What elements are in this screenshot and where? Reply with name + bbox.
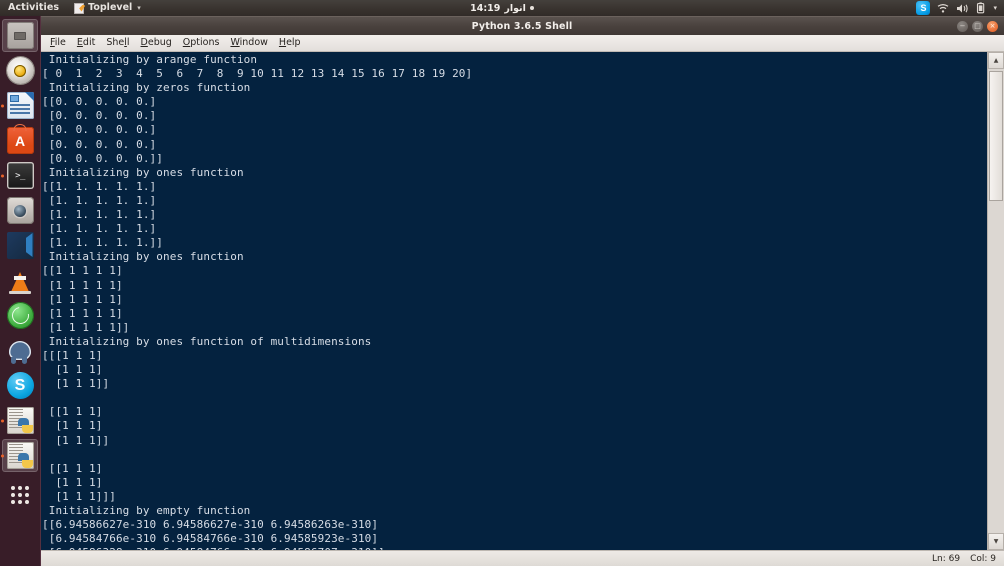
dock-item-vs-code[interactable] <box>2 229 38 262</box>
dock-item-vlc[interactable] <box>2 264 38 297</box>
menu-item-help[interactable]: Help <box>279 35 301 51</box>
window-controls: − □ × <box>957 20 1004 32</box>
dock-item-firefox[interactable] <box>2 54 38 87</box>
notification-dot-icon <box>529 6 534 10</box>
wifi-icon[interactable] <box>937 3 949 14</box>
window-title: Python 3.6.5 Shell <box>471 20 573 32</box>
camera-icon <box>6 197 34 224</box>
close-button[interactable]: × <box>987 20 998 32</box>
window-titlebar[interactable]: Python 3.6.5 Shell − □ × <box>40 16 1004 35</box>
document-icon <box>6 92 34 119</box>
menu-item-options[interactable]: Options <box>183 35 220 51</box>
dock-item-skype[interactable]: S <box>2 369 38 402</box>
dock-item-libreoffice-writer[interactable] <box>2 89 38 122</box>
scrollbar-thumb[interactable] <box>989 71 1003 201</box>
chevron-down-icon: ▾ <box>137 4 141 12</box>
menu-item-file[interactable]: File <box>50 35 66 51</box>
menu-item-window[interactable]: Window <box>230 35 267 51</box>
dock-item-robomongo[interactable] <box>2 299 38 332</box>
app-menu-label: Toplevel <box>88 2 133 13</box>
disc-icon <box>6 57 34 84</box>
dock-item-postgresql[interactable] <box>2 334 38 367</box>
desktop-screen: Activities Toplevel ▾ 14:19 انوار S ▾ A … <box>0 0 1004 566</box>
volume-icon[interactable] <box>956 3 969 14</box>
activities-button[interactable]: Activities <box>0 0 68 16</box>
clock-locale-text: انوار <box>504 2 526 14</box>
vlc-cone-icon <box>7 267 34 294</box>
window-icon <box>6 22 34 49</box>
menu-item-debug[interactable]: Debug <box>141 35 172 51</box>
battery-icon[interactable] <box>976 2 986 14</box>
vscode-icon <box>6 232 34 259</box>
skype-icon: S <box>6 372 34 399</box>
status-bar: Ln: 69 Col: 9 <box>40 550 1004 566</box>
menu-bar: File Edit Shell Debug Options Window Hel… <box>40 35 1004 52</box>
dock-item-terminal[interactable]: >_ <box>2 159 38 192</box>
shell-output-area: Initializing by arange function [ 0 1 2 … <box>40 52 1004 550</box>
python-idle-icon <box>6 407 34 434</box>
status-line-number: Ln: 69 <box>932 553 961 564</box>
clock-time: 14:19 <box>470 2 501 14</box>
elephant-icon <box>7 337 34 364</box>
software-bag-icon: A <box>6 127 34 154</box>
minimize-button[interactable]: − <box>957 20 968 32</box>
panel-clock-area[interactable]: 14:19 انوار <box>0 0 1004 16</box>
dock-item-window-switcher[interactable] <box>2 19 38 52</box>
dock-item-python-idle-shell[interactable] <box>2 439 38 472</box>
system-tray: S ▾ <box>916 1 1004 15</box>
app-grid-icon <box>11 485 29 504</box>
scrollbar-track[interactable] <box>988 69 1004 533</box>
toplevel-app-icon <box>74 2 85 14</box>
app-menu-toplevel[interactable]: Toplevel ▾ <box>68 0 147 16</box>
terminal-icon: >_ <box>6 162 34 189</box>
python-idle-icon <box>6 442 34 469</box>
dock-item-show-applications[interactable] <box>2 478 38 511</box>
status-column-number: Col: 9 <box>970 553 996 564</box>
menu-item-shell[interactable]: Shell <box>106 35 129 51</box>
python-idle-shell-window: Python 3.6.5 Shell − □ × File Edit Shell… <box>40 16 1004 566</box>
unity-launcher-dock: A >_ S <box>0 16 41 566</box>
maximize-button[interactable]: □ <box>972 20 983 32</box>
green-circle-icon <box>6 302 34 329</box>
dock-item-python-idle-editor[interactable] <box>2 404 38 437</box>
skype-tray-icon[interactable]: S <box>916 1 931 15</box>
shell-output-text[interactable]: Initializing by arange function [ 0 1 2 … <box>40 52 987 550</box>
gnome-top-panel: Activities Toplevel ▾ 14:19 انوار S ▾ <box>0 0 1004 16</box>
tray-chevron-down-icon[interactable]: ▾ <box>993 4 997 12</box>
dock-item-cheese-camera[interactable] <box>2 194 38 227</box>
dock-item-ubuntu-software[interactable]: A <box>2 124 38 157</box>
vertical-scrollbar[interactable]: ▲ ▼ <box>987 52 1004 550</box>
menu-item-edit[interactable]: Edit <box>77 35 95 51</box>
scroll-up-arrow-icon[interactable]: ▲ <box>988 52 1004 69</box>
scroll-down-arrow-icon[interactable]: ▼ <box>988 533 1004 550</box>
